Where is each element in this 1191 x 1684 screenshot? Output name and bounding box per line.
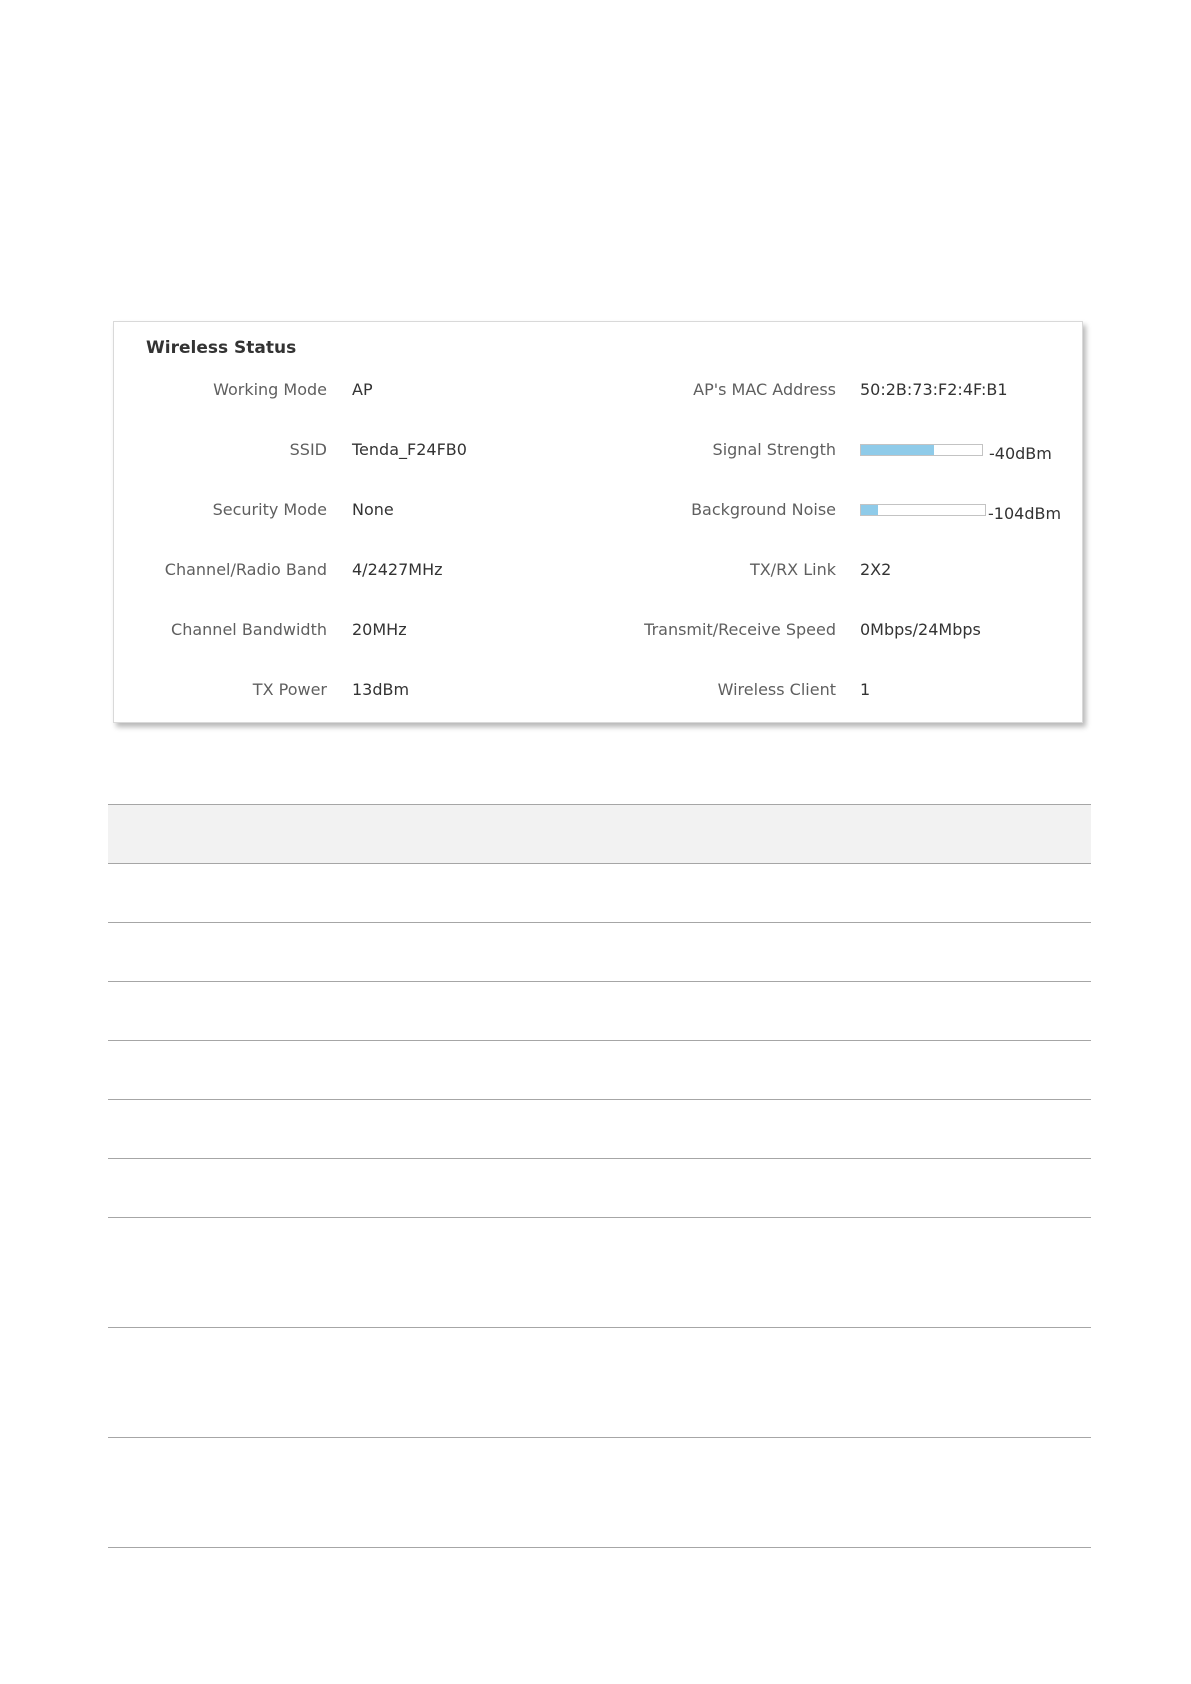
channel-band-value: 4/2427MHz <box>352 560 443 579</box>
background-noise-meter: -104dBm <box>860 504 1061 523</box>
status-row: Working Mode AP AP's MAC Address 50:2B:7… <box>114 378 1082 402</box>
signal-strength-label: Signal Strength <box>712 440 836 459</box>
signal-strength-value: -40dBm <box>989 444 1052 463</box>
signal-strength-fill <box>861 445 934 455</box>
tx-power-label: TX Power <box>252 680 327 699</box>
txrx-link-label: TX/RX Link <box>749 560 836 579</box>
signal-strength-meter: -40dBm <box>860 444 1052 463</box>
background-noise-fill <box>861 505 879 515</box>
working-mode-label: Working Mode <box>213 380 327 399</box>
channel-band-label: Channel/Radio Band <box>164 560 327 579</box>
table-row <box>108 982 1091 1041</box>
table-row <box>108 1438 1091 1548</box>
table-row <box>108 1218 1091 1328</box>
working-mode-value: AP <box>352 380 373 399</box>
ssid-value: Tenda_F24FB0 <box>352 440 467 459</box>
wireless-status-panel: Wireless Status Working Mode AP AP's MAC… <box>113 321 1083 723</box>
table-header-row <box>108 804 1091 864</box>
security-mode-value: None <box>352 500 394 519</box>
panel-title: Wireless Status <box>146 338 297 358</box>
background-noise-label: Background Noise <box>691 500 836 519</box>
signal-strength-bar <box>860 444 983 456</box>
document-page: Wireless Status Working Mode AP AP's MAC… <box>0 0 1191 1684</box>
security-mode-label: Security Mode <box>212 500 327 519</box>
channel-bandwidth-label: Channel Bandwidth <box>171 620 327 639</box>
status-row: Security Mode None Background Noise -104… <box>114 498 1082 523</box>
table-row <box>108 1100 1091 1159</box>
status-row: SSID Tenda_F24FB0 Signal Strength -40dBm <box>114 438 1082 463</box>
background-noise-bar <box>860 504 986 516</box>
txrx-link-value: 2X2 <box>860 560 892 579</box>
table-row <box>108 923 1091 982</box>
ssid-label: SSID <box>289 440 327 459</box>
transmit-receive-speed-label: Transmit/Receive Speed <box>644 620 836 639</box>
channel-bandwidth-value: 20MHz <box>352 620 407 639</box>
mac-address-value: 50:2B:73:F2:4F:B1 <box>860 380 1008 399</box>
status-row: Channel/Radio Band 4/2427MHz TX/RX Link … <box>114 558 1082 582</box>
table-row <box>108 1159 1091 1218</box>
tx-power-value: 13dBm <box>352 680 410 699</box>
table-row <box>108 864 1091 923</box>
parameter-table <box>108 804 1091 1548</box>
wireless-client-value: 1 <box>860 680 871 699</box>
wireless-client-label: Wireless Client <box>717 680 836 699</box>
mac-address-label: AP's MAC Address <box>693 380 836 399</box>
background-noise-value: -104dBm <box>988 504 1062 523</box>
status-row: Channel Bandwidth 20MHz Transmit/Receive… <box>114 618 1082 642</box>
status-row: TX Power 13dBm Wireless Client 1 <box>114 678 1082 702</box>
transmit-receive-speed-value: 0Mbps/24Mbps <box>860 620 981 639</box>
table-row <box>108 1328 1091 1438</box>
table-row <box>108 1041 1091 1100</box>
